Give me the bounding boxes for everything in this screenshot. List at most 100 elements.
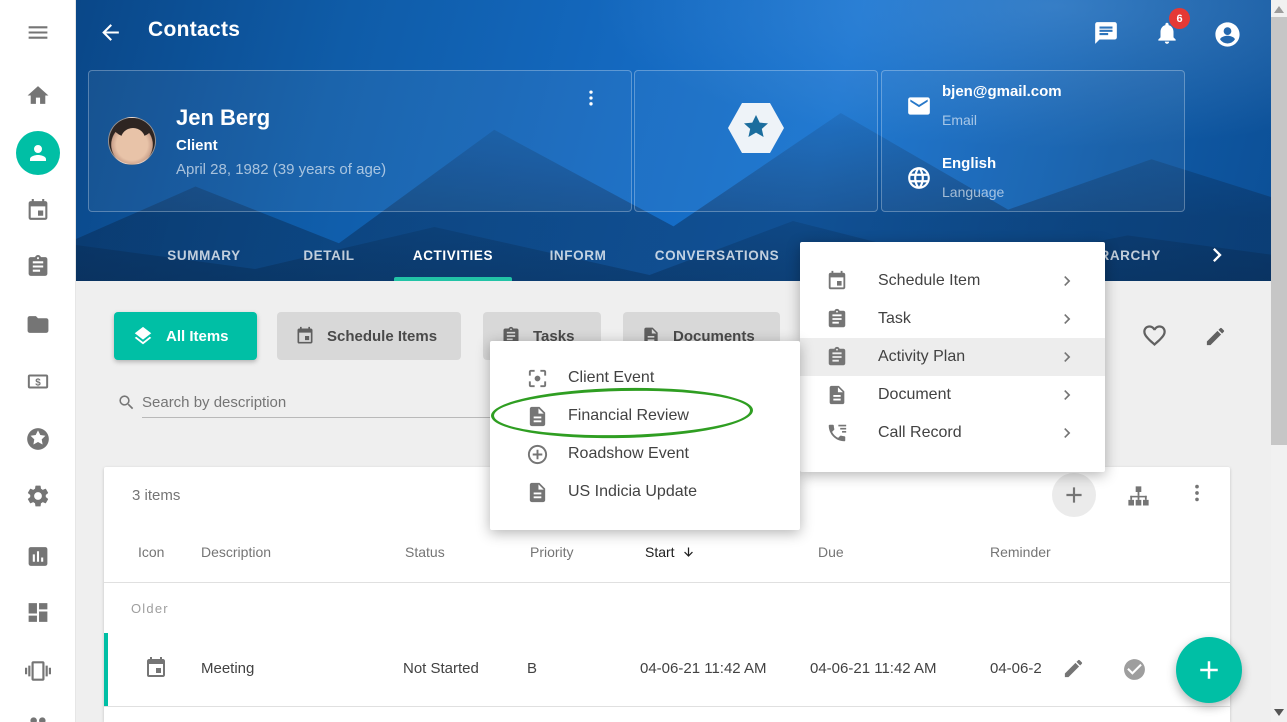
chevron-right-icon — [1057, 309, 1077, 329]
profile-card: Jen Berg Client April 28, 1982 (39 years… — [88, 70, 632, 212]
submenu-item-roadshow-event[interactable]: Roadshow Event — [490, 435, 800, 473]
header-hero: Contacts 6 Jen Berg Client April 28, 198… — [76, 0, 1271, 281]
cell-reminder: 04-06-2 — [990, 660, 1042, 677]
billing-dollar-icon[interactable]: $ — [25, 369, 50, 394]
menu-item-document[interactable]: Document — [800, 376, 1105, 414]
hierarchy-view-icon[interactable] — [1125, 483, 1152, 510]
scrollbar-thumb[interactable] — [1271, 17, 1287, 445]
column-start-label: Start — [645, 544, 675, 560]
page-scrollbar[interactable] — [1271, 0, 1287, 722]
tasks-clipboard-icon[interactable] — [25, 254, 50, 279]
tab-inform[interactable]: INFORM — [536, 229, 620, 281]
tab-conversations[interactable]: CONVERSATIONS — [642, 229, 792, 281]
menu-icon[interactable] — [25, 20, 50, 45]
add-activity-context-menu: Schedule Item Task Activity Plan Documen… — [800, 242, 1105, 472]
row-complete-check-icon[interactable] — [1122, 657, 1147, 682]
notification-badge: 6 — [1169, 8, 1190, 29]
contact-name: Jen Berg — [176, 105, 270, 131]
column-icon[interactable]: Icon — [138, 544, 164, 560]
sidebar-item-contacts-active[interactable] — [16, 131, 60, 175]
submenu-item-label: Roadshow Event — [568, 445, 689, 463]
calendar-icon — [144, 656, 168, 680]
tabs-scroll-chevron-icon[interactable] — [1203, 241, 1231, 269]
row-accent-bar — [104, 633, 108, 706]
sort-desc-icon — [681, 545, 696, 560]
email-icon — [906, 93, 932, 119]
submenu-item-label: Client Event — [568, 369, 654, 387]
menu-item-label: Call Record — [878, 424, 962, 442]
table-row[interactable]: Meeting Not Started B 04-06-21 11:42 AM … — [104, 633, 1230, 707]
cell-due: 04-06-21 11:42 AM — [810, 660, 936, 677]
submenu-item-financial-review[interactable]: Financial Review — [490, 397, 800, 435]
account-icon[interactable] — [1213, 20, 1242, 49]
plus-icon — [1061, 482, 1087, 508]
favorite-heart-icon[interactable] — [1141, 322, 1168, 349]
tab-summary[interactable]: SUMMARY — [156, 229, 252, 281]
reports-chart-icon[interactable] — [25, 544, 50, 569]
scrollbar-up-arrow[interactable] — [1274, 6, 1284, 13]
tab-detail[interactable]: DETAIL — [291, 229, 367, 281]
language-label: Language — [942, 184, 1004, 200]
column-reminder[interactable]: Reminder — [990, 544, 1051, 560]
home-icon[interactable] — [25, 83, 50, 108]
dashboard-icon[interactable] — [25, 600, 50, 625]
menu-item-label: Activity Plan — [878, 348, 965, 366]
row-edit-pencil-icon[interactable] — [1062, 657, 1085, 680]
filter-all-items-button[interactable]: All Items — [114, 312, 257, 360]
contact-role: Client — [176, 137, 218, 154]
calendar-icon — [295, 326, 315, 346]
plus-icon — [1194, 655, 1224, 685]
chevron-right-icon — [1057, 271, 1077, 291]
contact-language: English — [942, 155, 996, 172]
column-status[interactable]: Status — [405, 544, 445, 560]
submenu-item-us-indicia-update[interactable]: US Indicia Update — [490, 473, 800, 511]
email-label: Email — [942, 112, 977, 128]
menu-item-label: Document — [878, 386, 951, 404]
submenu-item-client-event[interactable]: Client Event — [490, 359, 800, 397]
avatar — [108, 117, 156, 165]
menu-item-schedule-item[interactable]: Schedule Item — [800, 262, 1105, 300]
card-kebab-menu-icon[interactable] — [581, 88, 601, 108]
back-arrow-icon[interactable] — [98, 20, 123, 45]
people-icon[interactable] — [25, 712, 51, 722]
activity-plan-submenu: Client Event Financial Review Roadshow E… — [490, 341, 800, 530]
tab-activities[interactable]: ACTIVITIES — [394, 229, 512, 281]
submenu-item-label: Financial Review — [568, 407, 689, 425]
scrollbar-down-arrow[interactable] — [1274, 709, 1284, 716]
menu-item-task[interactable]: Task — [800, 300, 1105, 338]
submenu-item-label: US Indicia Update — [568, 483, 697, 501]
hexagon-star-icon — [726, 101, 786, 155]
menu-item-activity-plan[interactable]: Activity Plan — [800, 338, 1105, 376]
vibration-icon[interactable] — [25, 658, 51, 684]
page-title: Contacts — [148, 18, 240, 42]
table-header-row: Icon Description Status Priority Start D… — [104, 525, 1230, 583]
document-icon — [526, 405, 549, 428]
calendar-icon — [826, 270, 848, 292]
menu-item-label: Schedule Item — [878, 272, 980, 290]
filter-schedule-items-button[interactable]: Schedule Items — [277, 312, 461, 360]
menu-item-call-record[interactable]: Call Record — [800, 414, 1105, 452]
favorites-star-icon[interactable] — [25, 426, 51, 452]
menu-item-label: Task — [878, 310, 911, 328]
call-record-icon — [826, 422, 848, 444]
settings-gear-icon[interactable] — [25, 483, 51, 509]
column-priority[interactable]: Priority — [530, 544, 574, 560]
column-due[interactable]: Due — [818, 544, 844, 560]
edit-pencil-icon[interactable] — [1204, 325, 1227, 348]
filter-all-items-label: All Items — [166, 328, 229, 345]
chevron-right-icon — [1057, 423, 1077, 443]
column-start-sorted[interactable]: Start — [645, 544, 696, 560]
search-icon — [117, 393, 136, 412]
chat-icon[interactable] — [1093, 20, 1119, 46]
fab-add-button[interactable] — [1176, 637, 1242, 703]
column-description[interactable]: Description — [201, 544, 271, 560]
items-count: 3 items — [132, 487, 180, 504]
folder-icon[interactable] — [25, 312, 50, 337]
badge-card — [634, 70, 878, 212]
add-item-button[interactable] — [1052, 473, 1096, 517]
contact-email: bjen@gmail.com — [942, 83, 1062, 100]
app-sidebar: $ — [0, 0, 76, 722]
group-label: Older — [131, 601, 169, 616]
list-kebab-menu-icon[interactable] — [1186, 482, 1208, 504]
calendar-icon[interactable] — [25, 198, 50, 223]
